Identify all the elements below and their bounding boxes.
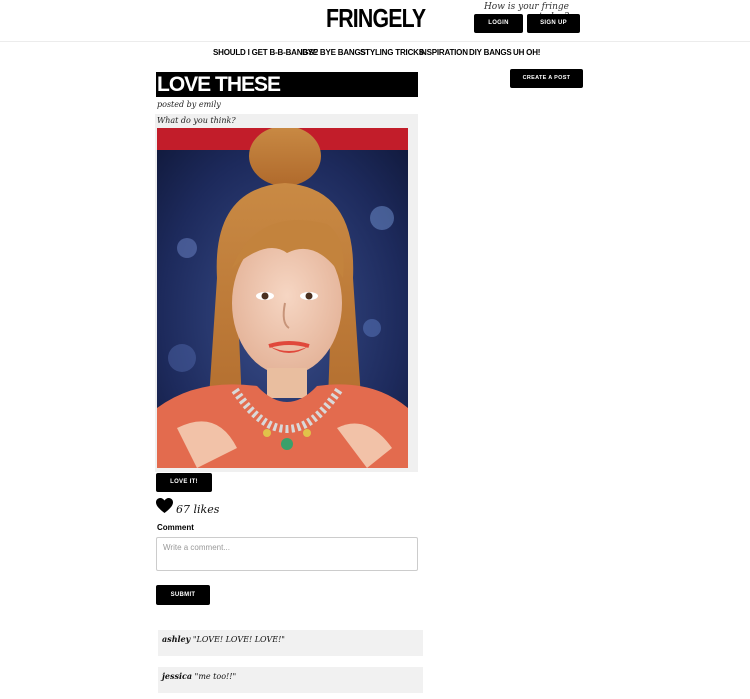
main-nav: SHOULD I GET B-B-BANGS? BYE BYE BANGS ST… [0,46,750,60]
comment-input[interactable] [156,537,418,571]
comment-author: ashley [162,634,191,644]
comment-item: jessica "me too!!" [158,667,423,693]
site-logo[interactable]: FRINGELY [326,2,426,34]
nav-item-diy-bangs[interactable]: DIY BANGS [469,46,512,60]
post-photo [157,128,408,468]
nav-item-uh-oh[interactable]: UH OH! [513,46,540,60]
comment-label: Comment [157,523,194,532]
nav-item-styling-tricks[interactable]: STYLING TRICKS [360,46,424,60]
login-button[interactable]: LOGIN [474,14,523,33]
comment-text: "me too!!" [194,672,237,681]
likes-count: 67 likes [176,503,220,516]
post-author: posted by emily [157,100,221,109]
comment-text: "LOVE! LOVE! LOVE!" [192,635,285,644]
signup-button[interactable]: SIGN UP [527,14,580,33]
heart-icon[interactable] [156,498,173,514]
submit-button[interactable]: SUBMIT [156,585,210,605]
site-header: FRINGELY How is your fringe today? LOGIN… [0,0,750,42]
create-post-button[interactable]: CREATE A POST [510,69,583,88]
nav-item-bye-bye-bangs[interactable]: BYE BYE BANGS [302,46,366,60]
post-title: LOVE THESE [156,72,418,97]
nav-item-inspiration[interactable]: INSPIRATION [419,46,468,60]
comment-item: ashley "LOVE! LOVE! LOVE!" [158,630,423,656]
portrait-illustration [157,128,408,468]
love-it-button[interactable]: LOVE IT! [156,473,212,492]
post-question: What do you think? [157,116,236,125]
comment-author: jessica [162,671,193,681]
